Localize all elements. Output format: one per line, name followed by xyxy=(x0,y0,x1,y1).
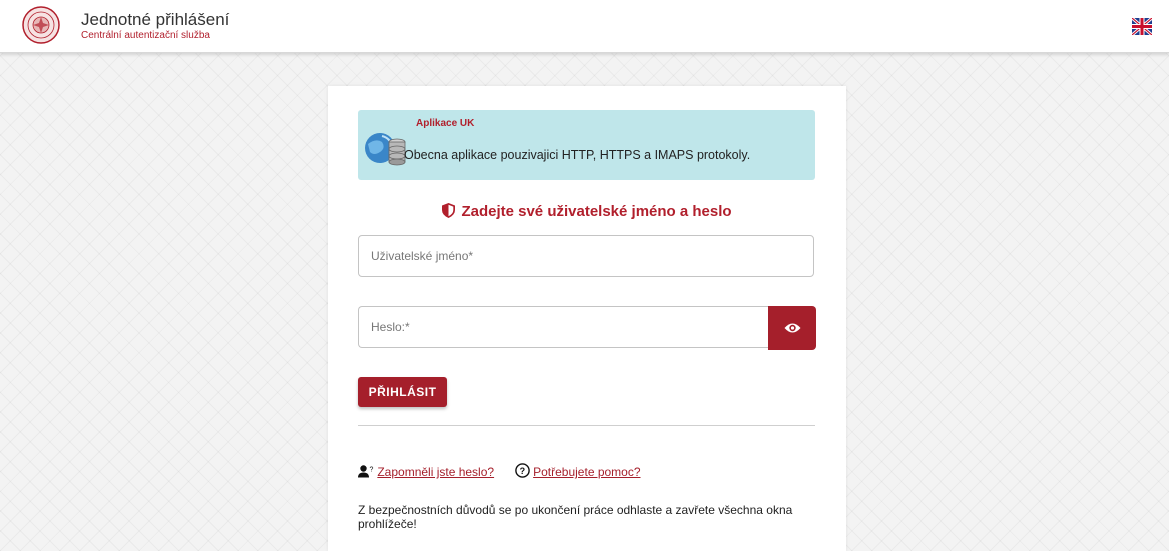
question-circle-icon: ? xyxy=(514,463,530,478)
university-seal-logo xyxy=(22,6,60,44)
application-description: Obecna aplikace pouzivajici HTTP, HTTPS … xyxy=(404,148,751,162)
app-subtitle: Centrální autentizační služba xyxy=(81,30,210,41)
top-header: Jednotné přihlášení Centrální autentizač… xyxy=(0,0,1169,53)
svg-text:?: ? xyxy=(519,466,525,476)
show-password-button[interactable] xyxy=(768,306,816,350)
app-title: Jednotné přihlášení xyxy=(81,10,230,29)
password-input[interactable] xyxy=(358,306,768,348)
need-help-link[interactable]: Potřebujete pomoc? xyxy=(533,465,640,479)
application-info-box: Aplikace UK Obecna aplikace pouzivajici … xyxy=(358,110,815,180)
eye-icon xyxy=(784,323,800,333)
security-notice: Z bezpečnostních důvodů se po ukončení p… xyxy=(358,503,793,531)
login-button[interactable]: PŘIHLÁSIT xyxy=(358,377,447,407)
user-question-icon: ? xyxy=(358,465,374,478)
username-input[interactable] xyxy=(358,235,814,277)
application-name: Aplikace UK xyxy=(416,118,475,129)
login-heading: Zadejte své uživatelské jméno a heslo xyxy=(328,203,846,220)
login-heading-text: Zadejte své uživatelské jméno a heslo xyxy=(461,203,732,220)
shield-icon xyxy=(442,203,456,218)
svg-text:?: ? xyxy=(370,467,374,474)
uk-flag-icon[interactable] xyxy=(1132,18,1152,35)
login-card: Aplikace UK Obecna aplikace pouzivajici … xyxy=(328,86,846,551)
help-links: ? Zapomněli jste heslo? ? Potřebujete po… xyxy=(358,463,641,479)
divider xyxy=(358,425,815,426)
forgot-password-link[interactable]: Zapomněli jste heslo? xyxy=(377,465,494,479)
